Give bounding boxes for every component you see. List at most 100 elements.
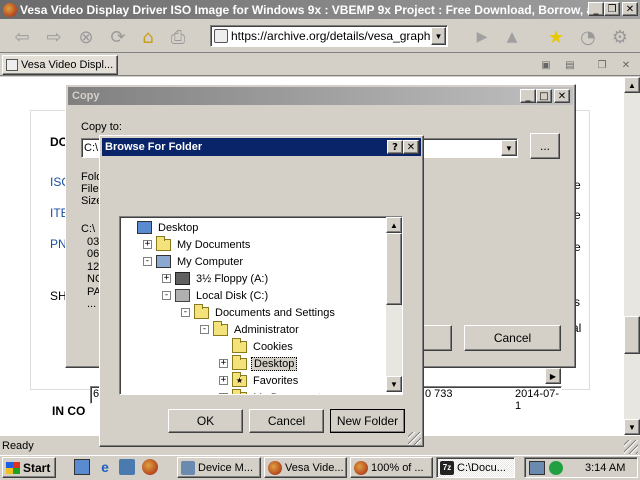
page-scroll-thumb[interactable] bbox=[624, 316, 640, 354]
home-icon[interactable]: ⌂ bbox=[136, 26, 160, 48]
folder-tree[interactable]: Desktop + My Documents - My Computer +3½ Flop… bbox=[119, 216, 403, 395]
tree-item[interactable]: +3½ Floppy (A:) bbox=[162, 270, 270, 287]
page-scrollbar[interactable] bbox=[624, 77, 640, 435]
tray-globe-icon[interactable] bbox=[549, 460, 563, 475]
tree-item[interactable]: - My Computer bbox=[143, 253, 245, 270]
bookmark-star-icon[interactable]: ★ bbox=[544, 26, 568, 48]
print-icon[interactable]: ⎙ bbox=[166, 26, 190, 48]
forward-arrow-icon[interactable]: ⇨ bbox=[42, 26, 66, 48]
tree-item-label: Local Disk (C:) bbox=[196, 289, 269, 302]
tree-item[interactable]: + Desktop bbox=[219, 354, 298, 372]
browse-resize-grip-icon[interactable] bbox=[408, 432, 421, 445]
browse-ok-button[interactable]: OK bbox=[168, 409, 243, 433]
collapse-icon[interactable]: - bbox=[181, 308, 190, 317]
tree-scroll-thumb[interactable] bbox=[386, 233, 402, 305]
resize-grip-icon[interactable] bbox=[624, 440, 638, 454]
expand-icon[interactable]: + bbox=[219, 359, 228, 368]
copy-dialog-title-bar[interactable]: Copy bbox=[68, 87, 573, 105]
tree-item[interactable]: - Local Disk (C:) bbox=[162, 287, 270, 304]
stop-icon[interactable]: ⊗ bbox=[74, 26, 98, 48]
status-text: Ready bbox=[2, 439, 34, 452]
tree-item-label: Administrator bbox=[234, 323, 299, 336]
browse-button[interactable]: ... bbox=[530, 133, 560, 159]
quicklaunch-network-icon[interactable] bbox=[119, 459, 135, 475]
destination-dropdown-button[interactable]: ▼ bbox=[501, 140, 517, 156]
page-scroll-up-button[interactable]: ▲ bbox=[624, 77, 640, 93]
taskbar-download[interactable]: 100% of ... bbox=[350, 457, 433, 478]
reload-icon[interactable]: ⟳ bbox=[106, 26, 130, 48]
page-heading-2: IN CO bbox=[52, 404, 86, 418]
tree-item[interactable]: - Documents and Settings bbox=[181, 303, 337, 321]
tab-close-icon[interactable]: ✕ bbox=[618, 58, 634, 72]
url-dropdown-button[interactable]: ▼ bbox=[431, 27, 446, 45]
up-icon[interactable]: ▲ bbox=[500, 26, 524, 48]
taskbar-device-manager[interactable]: Device M... bbox=[177, 457, 261, 478]
expand-icon[interactable]: + bbox=[143, 240, 152, 249]
tab-favicon-icon bbox=[6, 59, 18, 71]
collapse-icon[interactable]: - bbox=[200, 325, 209, 334]
go-arrow-icon[interactable]: ▶ bbox=[470, 26, 494, 48]
folder-icon bbox=[213, 320, 228, 336]
tab-restore-icon[interactable]: ❐ bbox=[594, 58, 610, 72]
tree-scroll-down-button[interactable]: ▼ bbox=[386, 376, 402, 392]
copy-dialog-help-button[interactable]: _ bbox=[520, 89, 536, 103]
tab-page-icon[interactable]: ▤ bbox=[562, 58, 578, 72]
history-icon[interactable]: ◔ bbox=[576, 26, 600, 48]
taskbar-7zip-active[interactable]: 7z C:\Docu... bbox=[436, 457, 515, 478]
tab-save-icon[interactable]: ▣ bbox=[538, 58, 554, 72]
tree-item[interactable]: Desktop bbox=[124, 219, 200, 236]
browser-app-icon bbox=[3, 2, 17, 17]
browse-folder-dialog: Browse For Folder ? ✕ Desktop + My Documen… bbox=[99, 135, 424, 447]
browse-dialog-title-bar[interactable]: Browse For Folder bbox=[102, 138, 421, 156]
taskbar-button-label: Device M... bbox=[198, 461, 254, 474]
settings-gear-icon[interactable]: ⚙ bbox=[608, 26, 632, 48]
quicklaunch-ie-icon[interactable]: e bbox=[97, 459, 113, 475]
tab-vesa[interactable]: Vesa Video Displ... bbox=[2, 55, 118, 75]
browser-restore-button[interactable]: ❐ bbox=[604, 2, 620, 16]
tree-item-label: Cookies bbox=[253, 340, 293, 353]
copy-dialog-close-button[interactable]: ✕ bbox=[554, 89, 570, 103]
tree-item[interactable]: - Administrator bbox=[200, 320, 301, 338]
browser-icon bbox=[268, 460, 282, 475]
browse-dialog-help-button[interactable]: ? bbox=[387, 140, 403, 154]
tree-item[interactable]: Cookies bbox=[219, 337, 295, 355]
page-scroll-down-button[interactable]: ▼ bbox=[624, 419, 640, 435]
tree-item[interactable]: + My Documents bbox=[143, 235, 252, 253]
quicklaunch-desktop-icon[interactable] bbox=[74, 459, 90, 475]
collapse-icon[interactable]: - bbox=[143, 257, 152, 266]
back-arrow-icon[interactable]: ⇦ bbox=[10, 26, 34, 48]
drive-icon bbox=[175, 289, 190, 302]
tray-network-icon[interactable] bbox=[529, 460, 545, 475]
expand-icon[interactable]: + bbox=[162, 274, 171, 283]
browser-close-button[interactable]: ✕ bbox=[622, 2, 638, 16]
copy-dialog-maximize-button[interactable]: □ bbox=[536, 89, 552, 103]
copy-cancel-button[interactable]: Cancel bbox=[464, 325, 561, 351]
start-button[interactable]: Start bbox=[2, 457, 56, 478]
browser-minimize-button[interactable]: _ bbox=[588, 2, 604, 16]
row-scroll-right-button[interactable]: ▶ bbox=[545, 368, 561, 384]
browser-title-bar[interactable]: Vesa Video Display Driver ISO Image for … bbox=[0, 0, 640, 19]
browse-cancel-button[interactable]: Cancel bbox=[249, 409, 324, 433]
copy-ok-button-partial[interactable] bbox=[422, 325, 452, 351]
tree-item-label: Desktop bbox=[158, 221, 199, 234]
taskbar-button-label: 100% of ... bbox=[371, 461, 424, 474]
tree-item[interactable]: + My Documents bbox=[219, 388, 328, 394]
expand-icon[interactable]: + bbox=[219, 376, 228, 385]
tree-item-label: Documents and Settings bbox=[215, 306, 335, 319]
folder-icon bbox=[194, 303, 209, 319]
address-bar[interactable]: https://archive.org/details/vesa_graphic… bbox=[210, 25, 448, 47]
system-tray: 3:14 AM bbox=[524, 457, 638, 478]
new-folder-button[interactable]: New Folder bbox=[330, 409, 405, 433]
expand-icon[interactable]: + bbox=[219, 393, 228, 394]
folder-icon bbox=[232, 354, 247, 370]
taskbar-vesa-browser[interactable]: Vesa Vide... bbox=[264, 457, 347, 478]
tray-clock[interactable]: 3:14 AM bbox=[585, 462, 625, 474]
browse-dialog-close-button[interactable]: ✕ bbox=[403, 140, 419, 154]
folder-icon bbox=[232, 388, 247, 394]
collapse-icon[interactable]: - bbox=[162, 291, 171, 300]
url-text[interactable]: https://archive.org/details/vesa_graphic… bbox=[231, 29, 431, 43]
browse-dialog-title: Browse For Folder bbox=[105, 141, 203, 153]
tree-item[interactable]: + ★ Favorites bbox=[219, 371, 300, 389]
quicklaunch-browser-icon[interactable] bbox=[142, 459, 158, 475]
tree-scroll-up-button[interactable]: ▲ bbox=[386, 217, 402, 233]
